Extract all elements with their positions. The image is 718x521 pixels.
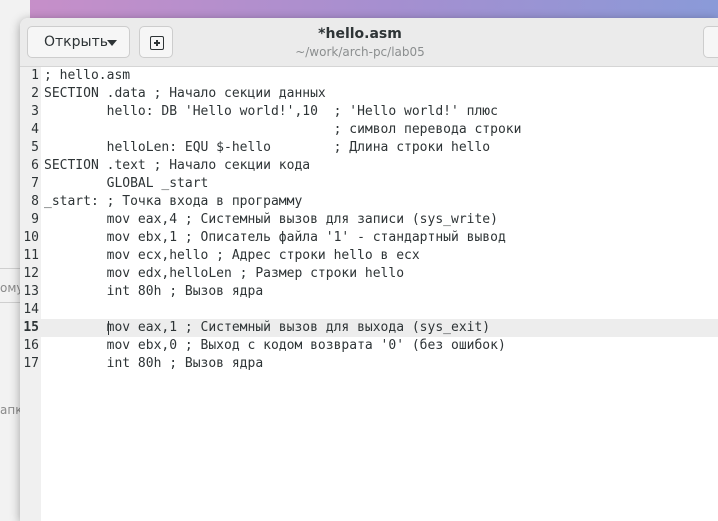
code-line[interactable]: 10 mov ebx,1 ; Описатель файла '1' - ста… bbox=[20, 229, 718, 247]
code-line[interactable]: 4 ; символ перевода строки bbox=[20, 121, 718, 139]
chevron-down-icon bbox=[107, 40, 117, 46]
line-number: 3 bbox=[31, 104, 39, 119]
code-line-text: ; hello.asm bbox=[44, 68, 131, 83]
code-line-text: helloLen: EQU $-hello ; Длина строки hel… bbox=[44, 140, 491, 155]
headerbar: Открыть *hello.asm ~/work/arch-pc/lab05 bbox=[20, 18, 718, 67]
background-text-fragment: апка bbox=[0, 403, 22, 417]
code-line-text: ; символ перевода строки bbox=[44, 122, 522, 137]
code-line[interactable]: 6 SECTION .text ; Начало секции кода bbox=[20, 157, 718, 175]
line-number: 15 bbox=[23, 320, 39, 335]
open-button[interactable]: Открыть bbox=[27, 26, 130, 58]
code-line[interactable]: 17 int 80h ; Вызов ядра bbox=[20, 355, 718, 373]
text-editor-window: Открыть *hello.asm ~/work/arch-pc/lab05 … bbox=[20, 18, 718, 521]
code-line-text: SECTION .text ; Начало секции кода bbox=[44, 158, 311, 173]
code-line[interactable]: 16 mov ebx,0 ; Выход с кодом возврата '0… bbox=[20, 337, 718, 355]
code-line[interactable]: 15 mov eax,1 ; Системный вызов для выход… bbox=[20, 319, 718, 337]
line-number: 7 bbox=[31, 176, 39, 191]
code-line[interactable]: 3 hello: DB 'Hello world!',10 ; 'Hello w… bbox=[20, 103, 718, 121]
code-line-text: mov ebx,0 ; Выход с кодом возврата '0' (… bbox=[44, 338, 506, 353]
new-document-button[interactable] bbox=[139, 26, 173, 58]
code-line-text: int 80h ; Вызов ядра bbox=[44, 356, 264, 371]
code-line-text: int 80h ; Вызов ядра bbox=[44, 284, 264, 299]
code-line-text: mov ecx,hello ; Адрес строки hello в ecx bbox=[44, 248, 420, 263]
line-number: 5 bbox=[31, 140, 39, 155]
window-subtitle-path: ~/work/arch-pc/lab05 bbox=[295, 45, 425, 59]
code-line[interactable]: 14 bbox=[20, 301, 718, 319]
line-number: 6 bbox=[31, 158, 39, 173]
line-number: 10 bbox=[23, 230, 39, 245]
open-button-label: Открыть bbox=[44, 34, 108, 50]
line-number: 16 bbox=[23, 338, 39, 353]
headerbar-menu-button[interactable] bbox=[703, 26, 718, 58]
new-tab-icon bbox=[150, 36, 164, 50]
line-number: 17 bbox=[23, 356, 39, 371]
code-line[interactable]: 1 ; hello.asm bbox=[20, 67, 718, 85]
line-number: 4 bbox=[31, 122, 39, 137]
code-line[interactable]: 7 GLOBAL _start bbox=[20, 175, 718, 193]
code-line[interactable]: 12 mov edx,helloLen ; Размер строки hell… bbox=[20, 265, 718, 283]
code-line-text: _start: ; Точка входа в программу bbox=[44, 194, 303, 209]
code-line-text: GLOBAL _start bbox=[44, 176, 209, 191]
code-line-text: mov edx,helloLen ; Размер строки hello bbox=[44, 266, 405, 281]
line-number: 2 bbox=[31, 86, 39, 101]
code-line[interactable]: 13 int 80h ; Вызов ядра bbox=[20, 283, 718, 301]
text-cursor bbox=[108, 321, 109, 335]
window-title-block: *hello.asm ~/work/arch-pc/lab05 bbox=[220, 25, 500, 60]
line-number: 11 bbox=[23, 248, 39, 263]
line-number: 12 bbox=[23, 266, 39, 281]
window-title: *hello.asm bbox=[318, 26, 402, 42]
code-line[interactable]: 5 helloLen: EQU $-hello ; Длина строки h… bbox=[20, 139, 718, 157]
code-line-text: mov ebx,1 ; Описатель файла '1' - станда… bbox=[44, 230, 506, 245]
line-number: 1 bbox=[31, 68, 39, 83]
code-line[interactable]: 8 _start: ; Точка входа в программу bbox=[20, 193, 718, 211]
line-number: 9 bbox=[31, 212, 39, 227]
line-number: 14 bbox=[23, 302, 39, 317]
code-line-text: mov eax,1 ; Системный вызов для выхода (… bbox=[44, 320, 491, 335]
code-line-text: SECTION .data ; Начало секции данных bbox=[44, 86, 326, 101]
code-line[interactable]: 11 mov ecx,hello ; Адрес строки hello в … bbox=[20, 247, 718, 265]
code-line[interactable]: 2 SECTION .data ; Начало секции данных bbox=[20, 85, 718, 103]
line-number: 8 bbox=[31, 194, 39, 209]
code-line[interactable]: 9 mov eax,4 ; Системный вызов для записи… bbox=[20, 211, 718, 229]
code-line-text: hello: DB 'Hello world!',10 ; 'Hello wor… bbox=[44, 104, 498, 119]
code-text-area[interactable]: 1 ; hello.asm 2 SECTION .data ; Начало секц… bbox=[20, 67, 718, 521]
code-line-text: mov eax,4 ; Системный вызов для записи (… bbox=[44, 212, 498, 227]
background-text-fragment: ому bbox=[0, 281, 22, 295]
line-number: 13 bbox=[23, 284, 39, 299]
